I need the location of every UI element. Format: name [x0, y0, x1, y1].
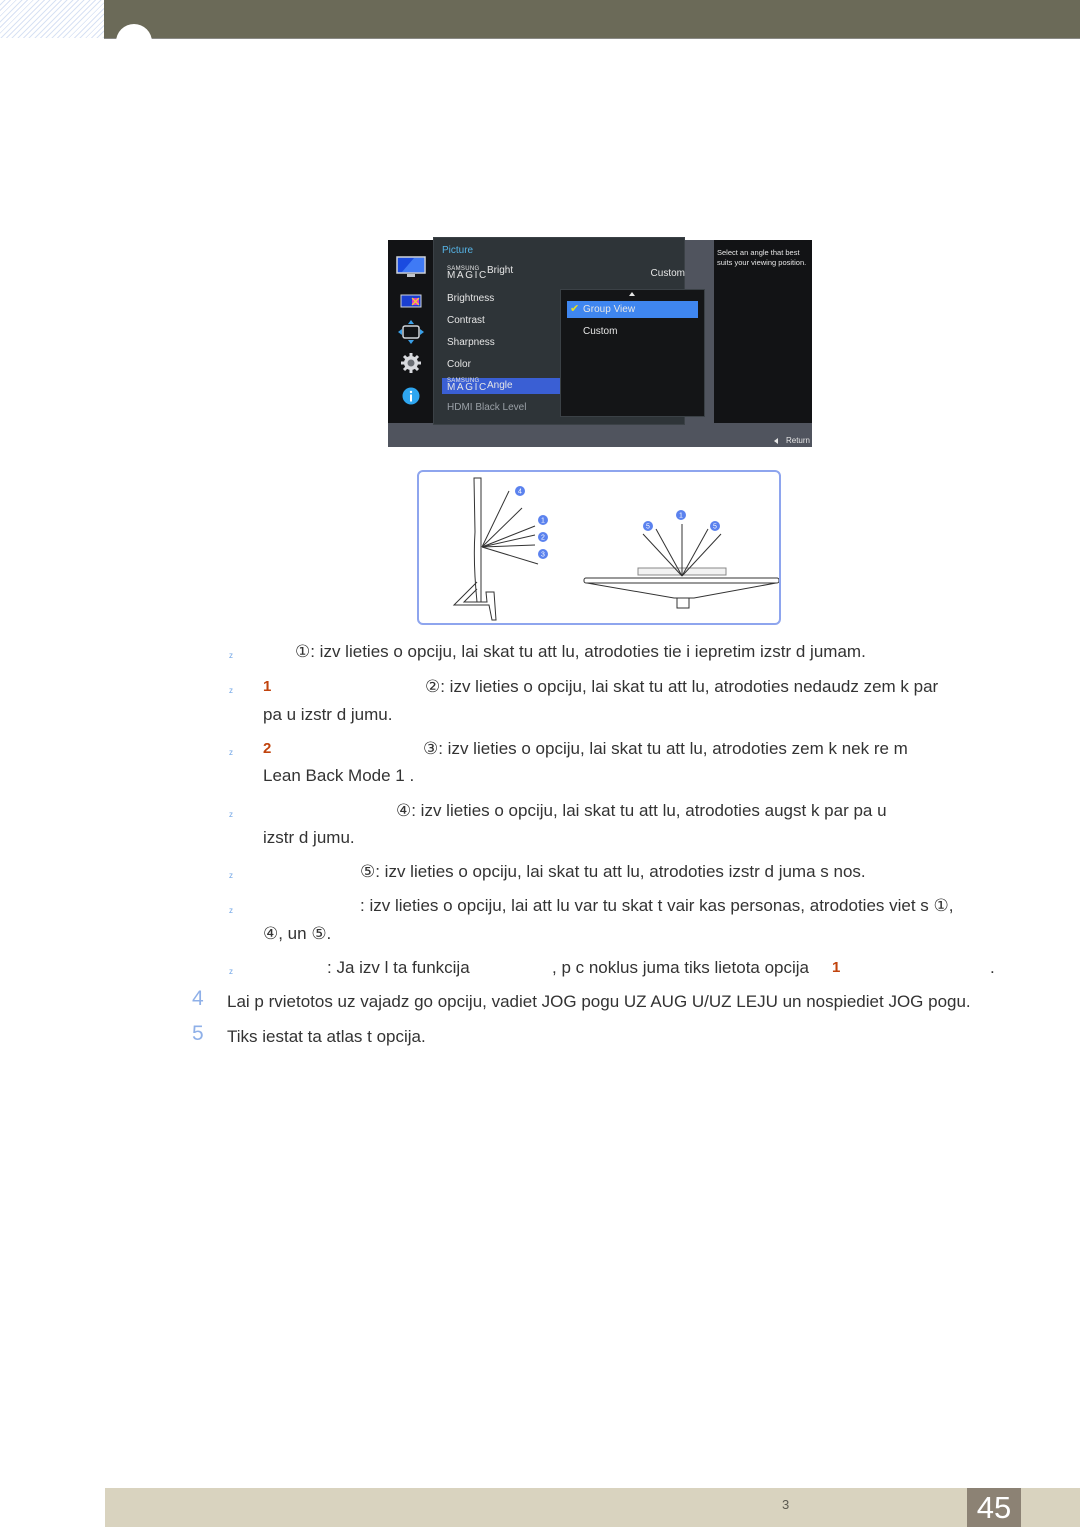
bullet-marker: z: [229, 686, 233, 695]
bullet-marker: z: [229, 967, 233, 976]
bullet-3-text: ③: izv lieties o opciju, lai skat tu att…: [423, 739, 908, 758]
bullet-2-ref: 1: [263, 678, 272, 695]
submenu-option-custom[interactable]: Custom: [567, 323, 698, 340]
marker-3: 3: [541, 552, 545, 559]
magic-bright-value: Custom: [650, 268, 685, 279]
bullet-3-ref: 2: [263, 740, 272, 757]
samsung-magic-logo: SAMSUNG MAGIC: [447, 378, 488, 393]
bullet-6-continuation: ④, un ⑤.: [263, 924, 332, 943]
marker-1: 1: [541, 518, 545, 525]
checkmark-icon: ✔: [570, 303, 580, 315]
marker-5-right: 5: [713, 524, 717, 531]
marker-4: 4: [518, 489, 522, 496]
samsung-magic-logo: SAMSUNG MAGIC: [447, 266, 488, 281]
bullet-marker: z: [229, 871, 233, 880]
bullet-3-continuation: Lean Back Mode 1 .: [263, 766, 415, 785]
step-4-text: Lai p rvietotos uz vajadz go opciju, vad…: [227, 992, 971, 1011]
page-footer: [105, 1488, 1080, 1527]
bullet-2-continuation: pa u izstr d jumu.: [263, 705, 393, 724]
bullet-7-text-a: : Ja izv l ta funkcija: [327, 958, 470, 977]
bullet-5-text: ⑤: izv lieties o opciju, lai skat tu att…: [360, 862, 866, 881]
bullet-1-text: ①: izv lieties o opciju, lai skat tu att…: [295, 642, 866, 661]
menu-item-brightness[interactable]: Brightness: [442, 291, 560, 307]
menu-item-sharpness[interactable]: Sharpness: [442, 335, 560, 351]
menu-item-color[interactable]: Color: [442, 357, 560, 373]
bullet-7-ref: 1: [832, 959, 841, 976]
chapter-header-bar: [104, 0, 1080, 39]
step-number: 5: [192, 1022, 204, 1045]
header-hatch-decoration: [0, 0, 104, 38]
menu-item-magic-bright[interactable]: SAMSUNG MAGIC Bright Custom: [442, 265, 685, 282]
bullet-4-continuation: izstr d jumu.: [263, 828, 355, 847]
step-5-text: Tiks iestat ta atlas t opcija.: [227, 1027, 426, 1046]
viewing-angle-diagram: 4 1 2 3 5 1 5: [417, 470, 781, 625]
info-icon: [402, 387, 420, 405]
back-arrow-icon: [773, 437, 778, 444]
submenu-option-group-view[interactable]: ✔ Group View: [567, 301, 698, 318]
side-view-markers: 4 1 2 3: [515, 486, 548, 559]
osd-main-panel: Picture SAMSUNG MAGIC Bright Custom Brig…: [433, 237, 705, 425]
onscreen-display-icon: [400, 294, 422, 308]
picture-icon: [396, 256, 426, 277]
bullet-7-text-c: .: [990, 958, 995, 977]
bullet-6-text: : izv lieties o opciju, lai att lu var t…: [360, 896, 954, 915]
scroll-up-arrow-icon[interactable]: [629, 292, 635, 296]
osd-menu-screenshot: Picture SAMSUNG MAGIC Bright Custom Brig…: [388, 237, 812, 447]
menu-item-contrast[interactable]: Contrast: [442, 313, 560, 329]
marker-5-left: 5: [646, 524, 650, 531]
footer-chapter-number: 3: [782, 1497, 790, 1512]
chapter-marker: [116, 24, 152, 60]
settings-gear-icon: [401, 353, 421, 373]
marker-1-top: 1: [679, 513, 683, 520]
step-number: 4: [192, 987, 204, 1010]
bullet-marker: z: [229, 748, 233, 757]
side-view-angle-lines: [481, 490, 539, 565]
magic-angle-submenu: ✔ Group View Custom: [560, 289, 705, 417]
position-icon: [398, 320, 424, 344]
marker-2: 2: [541, 535, 545, 542]
page-number: 45: [967, 1488, 1021, 1527]
bullet-7-text-b: , p c noklus juma tiks lietota opcija: [552, 958, 810, 977]
menu-item-magic-angle[interactable]: SAMSUNG MAGIC Angle: [442, 378, 560, 394]
bullet-marker: z: [229, 906, 233, 915]
osd-sidebar: [388, 240, 433, 423]
bullet-marker: z: [229, 651, 233, 660]
return-button[interactable]: Return: [773, 436, 810, 445]
osd-section-title: Picture: [442, 245, 474, 256]
osd-help-text: Select an angle that best suits your vie…: [714, 240, 812, 423]
menu-item-hdmi-black-level[interactable]: HDMI Black Level: [442, 400, 560, 416]
bullet-2-text: ②: izv lieties o opciju, lai skat tu att…: [425, 677, 939, 696]
bullet-4-text: ④: izv lieties o opciju, lai skat tu att…: [396, 801, 887, 820]
bullet-marker: z: [229, 810, 233, 819]
diagram-illustration: 4 1 2 3 5 1 5: [452, 477, 780, 621]
